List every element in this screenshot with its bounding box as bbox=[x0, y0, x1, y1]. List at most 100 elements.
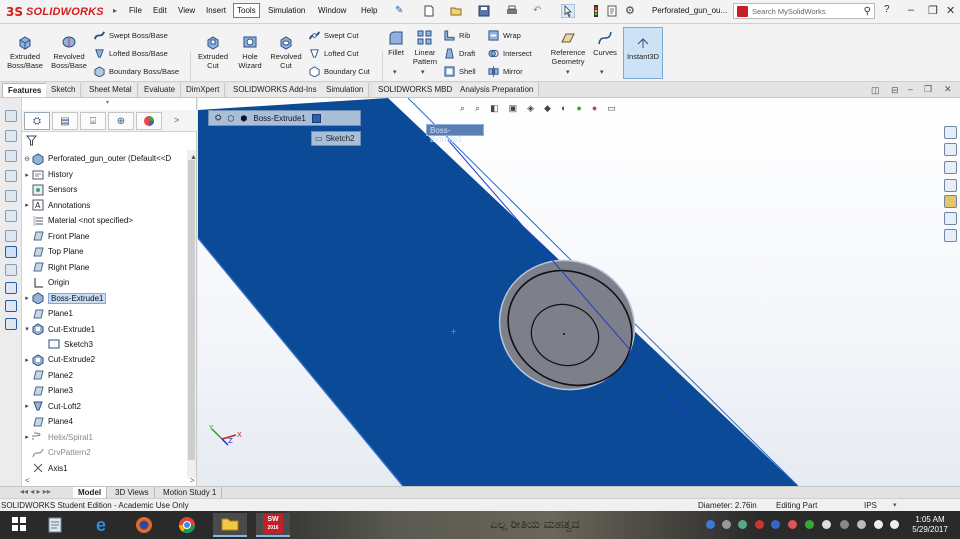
ref-geometry-dropdown-icon[interactable]: ▾ bbox=[566, 68, 570, 76]
breadcrumb-body-icon[interactable]: ⬡ bbox=[227, 114, 234, 123]
wrap-button[interactable]: Wrap bbox=[488, 29, 521, 41]
appearances-scenes-icon[interactable] bbox=[944, 195, 957, 208]
tree-item[interactable]: Front Plane bbox=[22, 229, 190, 244]
tray-app-icon[interactable] bbox=[738, 520, 747, 529]
firefox-icon[interactable] bbox=[127, 513, 161, 537]
file-manager-taskbar-icon[interactable] bbox=[38, 513, 72, 537]
status-units[interactable]: IPS bbox=[864, 501, 877, 510]
apply-scene-icon[interactable]: ● bbox=[592, 103, 597, 115]
pin-icon[interactable]: ✎ bbox=[395, 5, 403, 16]
save-icon[interactable] bbox=[478, 5, 490, 17]
repair-sketch-icon[interactable] bbox=[5, 300, 17, 312]
extruded-boss-button[interactable]: Extruded Boss/Base bbox=[5, 34, 45, 70]
property-manager-tab-icon[interactable]: ▤ bbox=[52, 112, 78, 130]
search-mysolidworks[interactable]: Search MySolidWorks ⚲ bbox=[733, 3, 875, 19]
tree-expand-icon[interactable]: ▸ bbox=[22, 171, 32, 179]
shell-button[interactable]: Shell bbox=[444, 65, 476, 77]
tab-solidworks-mbd[interactable]: SOLIDWORKS MBD bbox=[373, 83, 459, 97]
linear-pattern-button[interactable]: Linear Pattern bbox=[410, 30, 440, 66]
fillet-button[interactable]: Fillet bbox=[385, 30, 407, 57]
tray-app-icon[interactable] bbox=[788, 520, 797, 529]
solidworks-resources-icon[interactable] bbox=[944, 126, 957, 139]
solidworks-logo[interactable]: 3S SOLIDWORKS bbox=[6, 3, 112, 21]
file-explorer-icon[interactable] bbox=[944, 161, 957, 174]
quick-snaps-icon[interactable] bbox=[5, 318, 17, 330]
select-cursor-icon[interactable] bbox=[561, 4, 575, 18]
tray-volume-icon[interactable] bbox=[890, 520, 899, 529]
configuration-manager-tab-icon[interactable]: ⌸ bbox=[80, 112, 106, 130]
undo-icon[interactable]: ↶ bbox=[533, 5, 541, 16]
tree-item[interactable]: Axis1 bbox=[22, 461, 190, 476]
tray-app-icon[interactable] bbox=[822, 520, 831, 529]
instant3d-button[interactable]: Instant3D bbox=[623, 27, 663, 79]
part-body-face[interactable] bbox=[198, 98, 798, 486]
curves-dropdown-icon[interactable]: ▾ bbox=[600, 68, 604, 76]
minimize-button[interactable]: – bbox=[908, 4, 914, 16]
tree-expand-icon[interactable]: ▾ bbox=[22, 325, 32, 333]
menu-file[interactable]: File bbox=[126, 5, 145, 16]
breadcrumb-part-icon[interactable]: ⛭ bbox=[215, 113, 221, 123]
search-icon[interactable]: ⚲ bbox=[864, 6, 871, 17]
tree-root[interactable]: ⊖ Perforated_gun_outer (Default<<D bbox=[22, 151, 190, 166]
horizontal-scroll-right-icon[interactable]: > bbox=[190, 476, 195, 485]
tree-expand-icon[interactable]: ▸ bbox=[22, 356, 32, 364]
dimxpert-manager-tab-icon[interactable]: ⊕ bbox=[108, 112, 134, 130]
panel-collapse-arrow-icon[interactable]: ▾ bbox=[106, 99, 109, 106]
swept-boss-button[interactable]: Swept Boss/Base bbox=[94, 29, 168, 41]
help-icon[interactable]: ? bbox=[884, 4, 890, 15]
spline-tool-icon[interactable] bbox=[5, 230, 17, 242]
tab-sheet-metal[interactable]: Sheet Metal bbox=[84, 83, 138, 97]
units-dropdown-icon[interactable]: ▾ bbox=[893, 501, 897, 509]
tree-item[interactable]: Plane3 bbox=[22, 383, 190, 398]
menu-window[interactable]: Window bbox=[315, 5, 349, 16]
tree-item[interactable]: ▸ Helix/Spiral1 bbox=[22, 430, 190, 445]
scroll-up-arrow-icon[interactable]: ▲ bbox=[190, 154, 197, 161]
custom-properties-icon[interactable] bbox=[944, 212, 957, 225]
doc-minimize-icon[interactable]: – bbox=[908, 84, 913, 94]
menu-edit[interactable]: Edit bbox=[150, 5, 170, 16]
lofted-boss-button[interactable]: Lofted Boss/Base bbox=[94, 47, 168, 59]
feature-tree-tab-icon[interactable]: ⛭ bbox=[24, 112, 50, 130]
tab-dimxpert[interactable]: DimXpert bbox=[181, 83, 226, 97]
tab-features[interactable]: Features bbox=[2, 83, 48, 97]
tray-app-icon[interactable] bbox=[771, 520, 780, 529]
view-settings-icon[interactable]: ▭ bbox=[607, 103, 616, 115]
new-document-icon[interactable] bbox=[423, 5, 435, 17]
doc-close-icon[interactable]: ✕ bbox=[944, 84, 952, 95]
boundary-cut-button[interactable]: Boundary Cut bbox=[309, 65, 370, 77]
tray-app-icon[interactable] bbox=[722, 520, 731, 529]
menu-view[interactable]: View bbox=[175, 5, 198, 16]
circle-tool-icon[interactable] bbox=[5, 190, 17, 202]
model-graphics[interactable]: + bbox=[198, 98, 960, 486]
solidworks-taskbar-icon[interactable]: SW 2016 bbox=[256, 513, 290, 537]
tree-item[interactable]: Plane1 bbox=[22, 306, 190, 321]
menu-simulation[interactable]: Simulation bbox=[265, 5, 308, 16]
sketch-tool-icon[interactable] bbox=[5, 130, 17, 142]
display-style-icon[interactable]: ◆ bbox=[544, 103, 551, 115]
lofted-cut-button[interactable]: Lofted Cut bbox=[309, 47, 359, 59]
mirror-button[interactable]: Mirror bbox=[488, 65, 523, 77]
tree-item[interactable]: Top Plane bbox=[22, 244, 190, 259]
display-relations-icon[interactable] bbox=[5, 282, 17, 294]
tree-item[interactable]: Sketch3 bbox=[38, 337, 206, 352]
traffic-light-icon[interactable] bbox=[590, 5, 602, 17]
tab-evaluate[interactable]: Evaluate bbox=[139, 83, 182, 97]
tray-wifi-icon[interactable] bbox=[874, 520, 883, 529]
tab-sketch[interactable]: Sketch bbox=[46, 83, 82, 97]
hole-wizard-button[interactable]: Hole Wizard bbox=[233, 34, 267, 70]
tree-expand-icon[interactable]: ▸ bbox=[22, 433, 32, 441]
pin-arrow-icon[interactable]: ▸ bbox=[113, 6, 117, 15]
intersect-button[interactable]: Intersect bbox=[488, 47, 532, 59]
breadcrumb-extrude-icon[interactable]: ⬢ bbox=[240, 114, 247, 123]
tray-network-icon[interactable] bbox=[706, 520, 715, 529]
tab-solidworks-addins[interactable]: SOLIDWORKS Add-Ins bbox=[228, 83, 323, 97]
tree-item[interactable]: ▸ Cut-Loft2 bbox=[22, 399, 190, 414]
trim-tool-icon[interactable] bbox=[5, 246, 17, 258]
edit-appearance-icon[interactable]: ● bbox=[576, 103, 581, 115]
chrome-icon[interactable] bbox=[170, 513, 204, 537]
hide-show-items-icon[interactable]: ◐ bbox=[561, 103, 566, 115]
zoom-area-icon[interactable]: ⌕ bbox=[475, 103, 480, 115]
tree-item[interactable]: Sensors bbox=[22, 182, 190, 197]
tile-view-icon[interactable]: ◫ bbox=[871, 85, 880, 96]
rectangle-tool-icon[interactable] bbox=[5, 170, 17, 182]
